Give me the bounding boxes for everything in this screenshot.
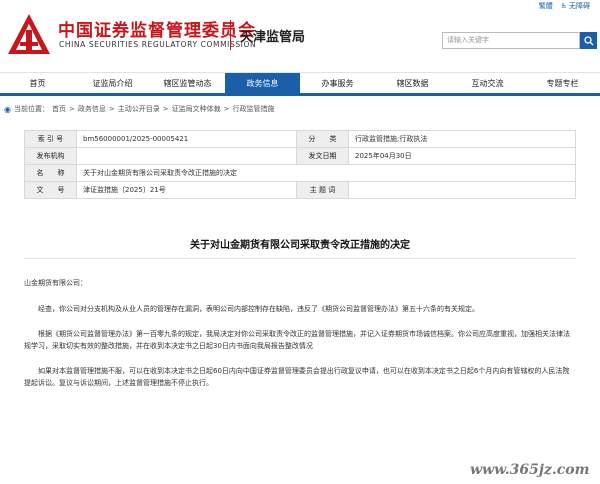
issuer-label: 发布机构 [24,147,77,165]
name-value: 关于对山金期货有限公司采取责令改正措施的决定 [76,164,576,182]
accessibility-label: 无障碍 [569,2,590,10]
paragraph-appeal: 如果对本监督管理措施不服，可以在收到本决定书之日起60日内向中国证券监督管理委员… [24,367,570,387]
category-value: 行政监管措施;行政执法 [348,130,576,148]
search-button[interactable] [580,32,597,49]
brand-name-en: CHINA SECURITIES REGULATORY COMMISSION [59,40,257,49]
docno-label: 文 号 [24,181,77,199]
breadcrumb-item[interactable]: 政务信息 [78,104,106,114]
category-label: 分 类 [296,130,349,148]
search-icon [583,35,593,45]
brand-divider [230,20,231,50]
nav-data[interactable]: 辖区数据 [375,73,450,93]
bureau-name: 天津监管局 [240,30,306,45]
nav-interaction[interactable]: 互动交流 [450,73,525,93]
brand-name-cn: 中国证券监督管理委员会 [58,21,256,41]
index-value: bm56000001/2025-00005421 [76,130,297,148]
accessibility-link[interactable]: ♿ 无障碍 [561,0,590,12]
search-input[interactable]: 请输入关键字 [442,32,580,49]
main-nav: 首页 证监局介绍 辖区监管动态 政务信息 办事服务 辖区数据 互动交流 专题专栏 [0,72,600,96]
nav-topics[interactable]: 专题专栏 [525,73,600,93]
subject-value [348,181,576,199]
nav-services[interactable]: 办事服务 [300,73,375,93]
breadcrumb-item[interactable]: 证监局文种体裁 [172,104,221,114]
traditional-chinese-link[interactable]: 繁體 [539,0,553,12]
nav-regulatory-news[interactable]: 辖区监管动态 [150,73,225,93]
nav-home[interactable]: 首页 [0,73,75,93]
docno-value: 津证监措施〔2025〕21号 [76,181,297,199]
paragraph-measures: 根据《期货公司监督管理办法》第一百零九条的规定，我局决定对你公司采取责令改正的监… [24,330,570,350]
csrc-logo-icon [8,14,50,54]
index-label: 索 引 号 [24,130,77,148]
date-label: 发文日期 [296,147,349,165]
breadcrumb-item[interactable]: 首页 [52,104,66,114]
nav-gov-info[interactable]: 政务信息 [225,73,300,93]
subject-label: 主 题 词 [296,181,349,199]
location-icon: ◉ [4,104,11,114]
breadcrumb-sep: > [223,105,230,113]
watermark-text: www.365jz.com [470,462,590,478]
breadcrumb-item[interactable]: 行政监管措施 [232,104,274,114]
nav-about[interactable]: 证监局介绍 [75,73,150,93]
breadcrumb: ◉ 当前位置： 首页 > 政务信息 > 主动公开目录 > 证监局文种体裁 > 行… [4,104,274,114]
name-label: 名 称 [24,164,77,182]
title-divider [24,258,576,259]
site-header: 中国证券监督管理委员会 CHINA SECURITIES REGULATORY … [0,0,600,70]
document-title: 关于对山金期货有限公司采取责令改正措施的决定 [190,240,410,251]
breadcrumb-sep: > [68,105,75,113]
utility-links: 繁體 ♿ 无障碍 [539,0,590,12]
salutation: 山金期货有限公司： [24,279,87,287]
breadcrumb-item[interactable]: 主动公开目录 [118,104,160,114]
document-body: 山金期货有限公司： 经查，你公司对分支机构及从业人员的管理存在漏洞，表明公司内部… [24,278,576,403]
document-meta-table: 索 引 号 bm56000001/2025-00005421 分 类 行政监管措… [24,130,576,199]
paragraph-findings: 经查，你公司对分支机构及从业人员的管理存在漏洞，表明公司内部控制存在缺陷，违反了… [38,304,479,313]
issuer-value [76,147,297,165]
breadcrumb-sep: > [108,105,115,113]
breadcrumb-prefix: 当前位置： [13,105,49,113]
breadcrumb-sep: > [162,105,169,113]
date-value: 2025年04月30日 [348,147,576,165]
accessibility-icon: ♿ [560,2,567,10]
